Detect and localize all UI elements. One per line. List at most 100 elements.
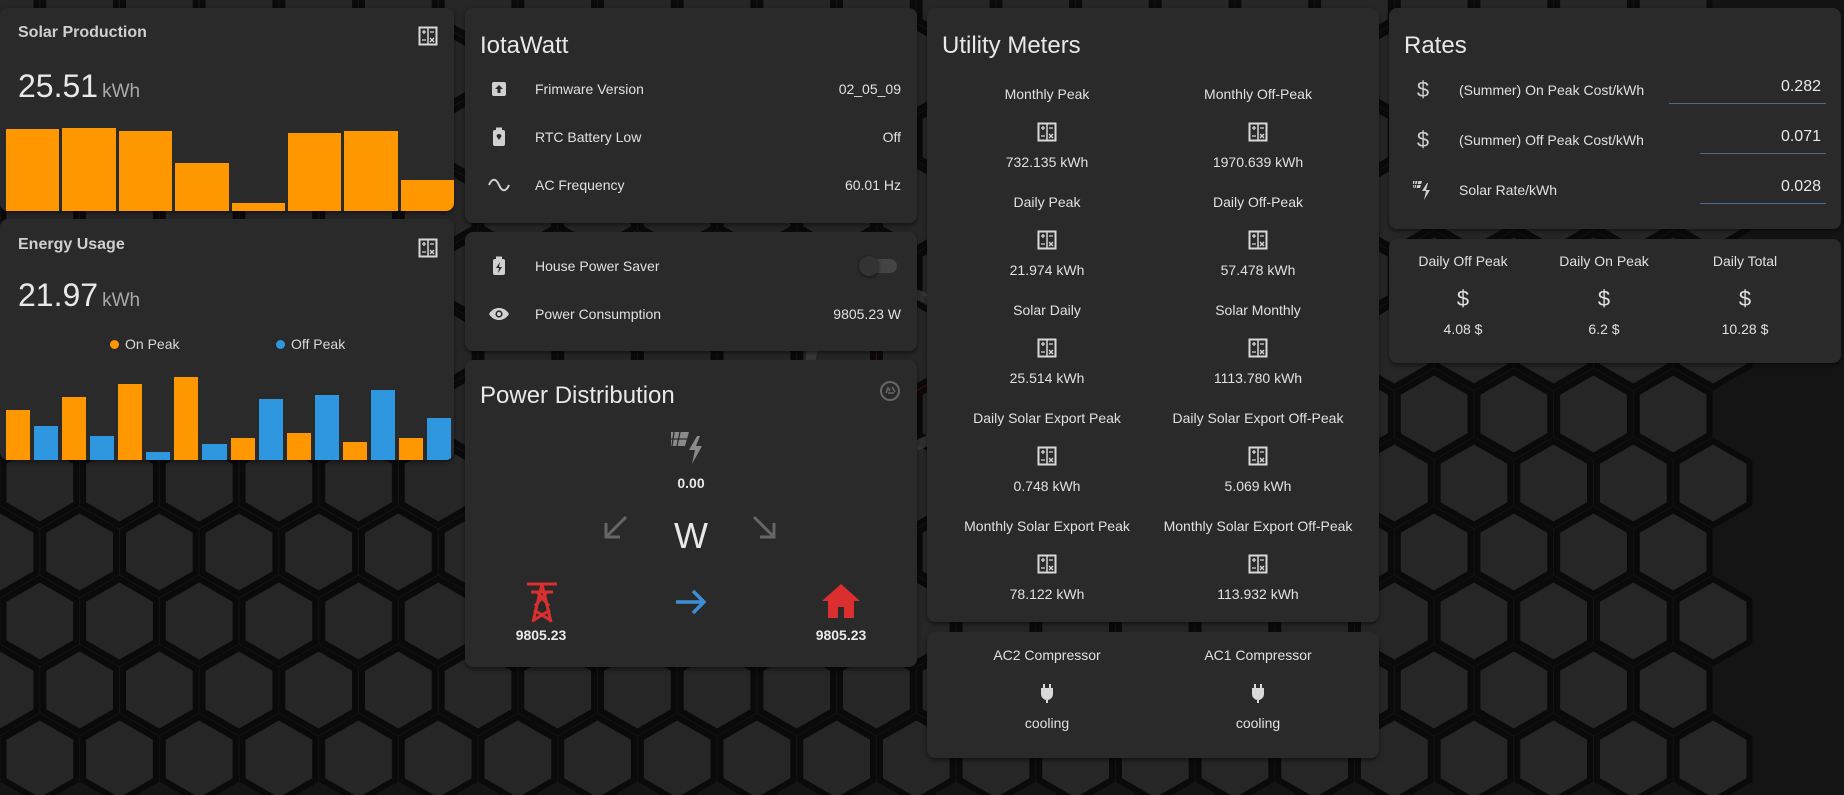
recycle-icon[interactable] [879, 380, 901, 402]
compressor-name: AC1 Compressor [1204, 647, 1312, 663]
utility-meter-cell[interactable]: Solar Daily 25.514 kWh [942, 302, 1152, 386]
on-peak-bar[interactable] [230, 438, 255, 460]
legend-on-peak[interactable]: On Peak [110, 336, 179, 352]
ac-frequency-row[interactable]: AC Frequency 60.01 Hz [465, 165, 917, 205]
dollar-icon: $ [1597, 286, 1611, 311]
row-label: RTC Battery Low [535, 129, 642, 145]
energy-usage-card[interactable]: Energy Usage 21.97 kWh On Peak Off Peak [0, 219, 454, 460]
on-peak-bar[interactable] [118, 383, 143, 460]
row-value: 02_05_09 [838, 81, 901, 97]
off-peak-bar[interactable] [146, 451, 171, 460]
solar-bar[interactable] [231, 202, 285, 211]
on-peak-bar[interactable] [174, 377, 199, 460]
daily-cost-cell[interactable]: Daily On Peak $6.2 $ [1534, 253, 1674, 337]
off-peak-bar[interactable] [90, 435, 115, 460]
meter-value: 732.135 kWh [1005, 154, 1089, 170]
energy-unit: kWh [102, 290, 141, 311]
power-plug-icon [1153, 675, 1363, 711]
meter-value: 1970.639 kWh [1212, 154, 1304, 170]
utility-meter-cell[interactable]: Daily Solar Export Off-Peak 5.069 kWh [1153, 410, 1363, 494]
input-underline [1700, 153, 1826, 154]
off-peak-bar[interactable] [202, 444, 227, 460]
meter-icon [1153, 438, 1363, 474]
card-title: Rates [1404, 32, 1467, 59]
meter-icon [418, 26, 438, 46]
off-peak-rate-input[interactable]: 0.071 [1701, 128, 1821, 146]
input-underline [1669, 103, 1826, 104]
card-title: Power Distribution [480, 382, 675, 409]
row-value: 9805.23 W [833, 306, 901, 322]
compressors-card: AC2 Compressor cooling AC1 Compressor co… [927, 632, 1379, 758]
battery-alert-icon [483, 127, 515, 147]
energy-value-number: 21.97 [18, 277, 99, 313]
off-peak-bar[interactable] [426, 417, 451, 460]
solar-bar[interactable] [175, 163, 229, 211]
on-peak-bar[interactable] [62, 396, 87, 460]
solar-bar[interactable] [62, 127, 116, 211]
utility-meters-card: Utility Meters Monthly Peak 732.135 kWh Mo… [927, 8, 1379, 622]
on-peak-rate-input[interactable]: 0.282 [1671, 78, 1821, 96]
utility-meter-cell[interactable]: Solar Monthly 1113.780 kWh [1153, 302, 1363, 386]
on-peak-bar[interactable] [6, 410, 31, 460]
utility-meter-cell[interactable]: Daily Peak 21.974 kWh [942, 194, 1152, 278]
compressor-cell[interactable]: AC2 Compressor cooling [942, 647, 1152, 731]
legend-off-peak[interactable]: Off Peak [276, 336, 345, 352]
meter-name: Monthly Solar Export Off-Peak [1163, 518, 1353, 534]
off-peak-bar[interactable] [34, 425, 59, 460]
energy-bar-chart [6, 376, 454, 460]
solar-unit: kWh [102, 81, 141, 102]
power-consumption-row[interactable]: Power Consumption 9805.23 W [465, 294, 917, 334]
utility-meter-cell[interactable]: Monthly Solar Export Off-Peak 113.932 kWh [1153, 518, 1363, 602]
utility-meter-cell[interactable]: Daily Solar Export Peak 0.748 kWh [942, 410, 1152, 494]
unit-label: W [674, 515, 708, 556]
utility-meter-cell[interactable]: Monthly Off-Peak 1970.639 kWh [1153, 86, 1363, 170]
off-peak-bar[interactable] [314, 395, 339, 460]
solar-panel-icon [671, 431, 702, 464]
utility-meter-cell[interactable]: Daily Off-Peak 57.478 kWh [1153, 194, 1363, 278]
card-title: Solar Production [18, 24, 147, 41]
meter-icon [1153, 546, 1363, 582]
daily-cost-cell[interactable]: Daily Off Peak $4.08 $ [1393, 253, 1533, 337]
meter-name: Monthly Solar Export Peak [964, 518, 1130, 534]
meter-icon [942, 114, 1152, 150]
solar-bar[interactable] [118, 131, 173, 211]
on-peak-bar[interactable] [286, 433, 311, 460]
solar-bar[interactable] [344, 131, 398, 211]
on-peak-bar[interactable] [342, 441, 367, 460]
power-plug-icon [942, 675, 1152, 711]
compressor-state: cooling [1235, 715, 1281, 731]
firmware-icon [483, 80, 515, 98]
power-distribution-card: Power Distribution 0.00 W 9805.23 9805.2… [465, 360, 917, 667]
solar-bar[interactable] [287, 132, 342, 211]
power-saver-toggle[interactable] [859, 256, 897, 276]
house-power-saver-row[interactable]: House Power Saver [465, 246, 917, 286]
dollar-icon: $ [1416, 77, 1430, 102]
rates-card: Rates $ (Summer) On Peak Cost/kWh 0.282 … [1389, 8, 1841, 229]
solar-bar[interactable] [6, 128, 60, 211]
house-card: House Power Saver Power Consumption 9805… [465, 232, 917, 351]
meter-name: Daily Off-Peak [1213, 194, 1303, 210]
row-label: Power Consumption [535, 306, 662, 322]
daily-cost-cell[interactable]: Daily Total $10.28 $ [1675, 253, 1815, 337]
utility-meter-cell[interactable]: Monthly Solar Export Peak 78.122 kWh [942, 518, 1152, 602]
meter-value: 5.069 kWh [1224, 478, 1292, 494]
off-peak-bar[interactable] [258, 399, 283, 460]
arrow-down-left-icon [604, 515, 628, 539]
input-underline [1700, 203, 1826, 204]
rtc-battery-row[interactable]: RTC Battery Low Off [465, 117, 917, 157]
compressor-cell[interactable]: AC1 Compressor cooling [1153, 647, 1363, 731]
iotawatt-card: IotaWatt Frimware Version 02_05_09 RTC B… [465, 8, 917, 223]
meter-name: Daily Solar Export Peak [973, 410, 1121, 426]
dollar-icon: $ [1456, 286, 1470, 311]
grid-power-value: 9805.23 [515, 627, 567, 643]
cost-value: 6.2 $ [1588, 321, 1620, 337]
off-peak-bar[interactable] [370, 390, 395, 460]
solar-production-card[interactable]: Solar Production 25.51 kWh [0, 8, 454, 211]
firmware-row[interactable]: Frimware Version 02_05_09 [465, 69, 917, 109]
on-peak-bar[interactable] [398, 438, 423, 460]
solar-rate-input[interactable]: 0.028 [1701, 178, 1821, 196]
meter-name: Daily Peak [1013, 194, 1081, 210]
solar-bar[interactable] [400, 179, 454, 211]
meter-name: Solar Daily [1013, 302, 1081, 318]
utility-meter-cell[interactable]: Monthly Peak 732.135 kWh [942, 86, 1152, 170]
